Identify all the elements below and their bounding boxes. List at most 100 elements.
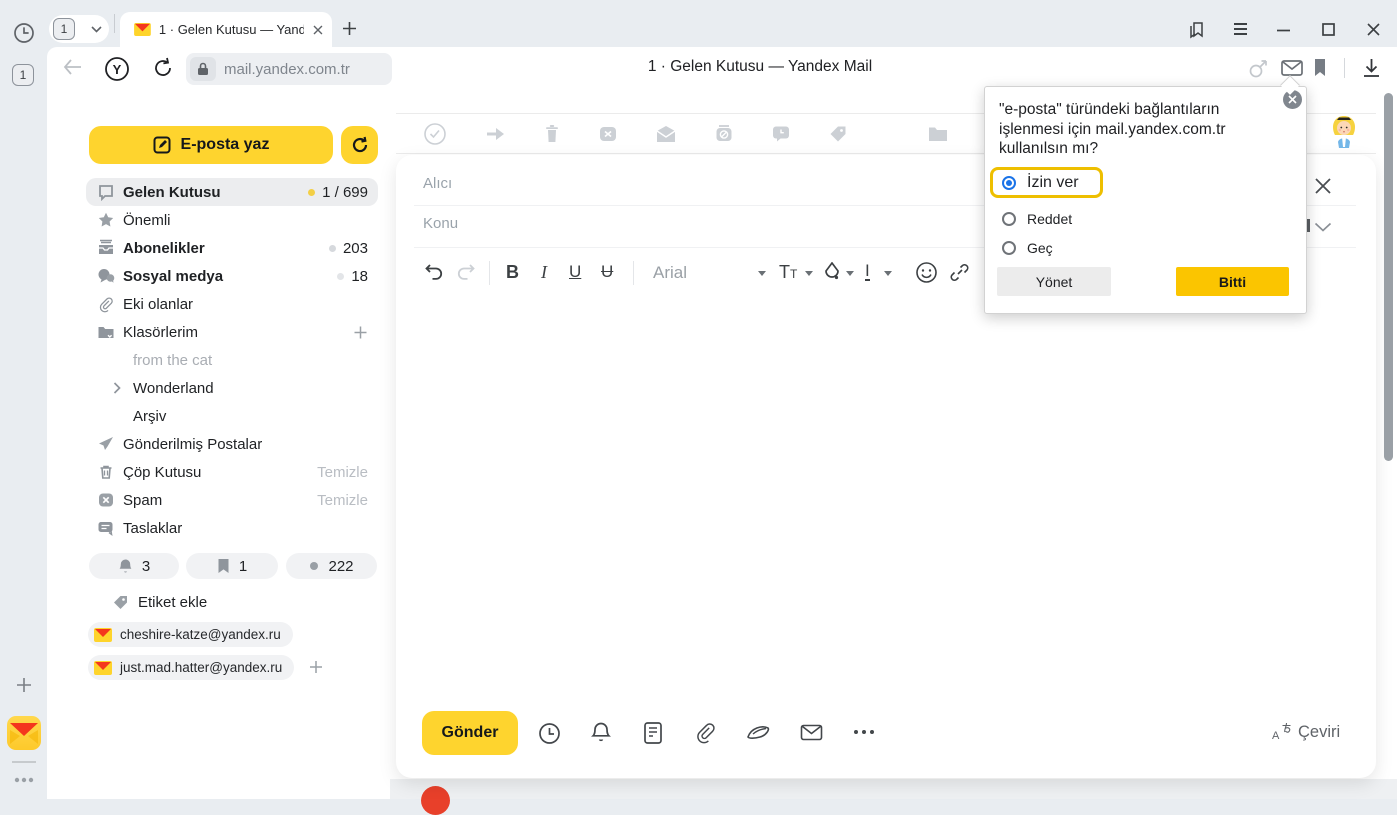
bold-button[interactable]: B [506,262,519,283]
page-scrollbar[interactable] [1384,93,1393,461]
sidebar-item-archive[interactable]: Arşiv [86,402,378,430]
subject-input[interactable] [421,214,845,233]
emoji-icon[interactable] [915,261,938,284]
active-tab[interactable]: 1 · Gelen Kutusu — Yand [120,12,332,47]
option-skip[interactable]: Geç [1002,238,1053,258]
attach-from-disk-icon[interactable] [746,724,771,742]
reminders-counter-pill[interactable]: 3 [89,553,179,579]
compose-email-label: E-posta yaz [181,136,270,154]
yandex-browser-logo[interactable]: Y [104,56,130,82]
account-pill[interactable]: cheshire-katze@yandex.ru [88,622,293,647]
redo-icon[interactable] [456,263,476,282]
mark-read-icon[interactable] [655,125,677,143]
hamburger-menu-icon[interactable] [1233,23,1248,35]
chevron-right-icon[interactable] [113,382,121,394]
clear-folder-button[interactable]: Temizle [317,492,368,509]
new-tab-button[interactable] [342,21,357,36]
sidebar-item-spam[interactable]: Spam Temizle [86,486,378,514]
back-icon[interactable] [62,58,82,76]
user-avatar[interactable] [1328,114,1360,150]
mail-refresh-button[interactable] [341,126,378,164]
delete-icon[interactable] [543,124,561,144]
sidebar-item-from-the-cat[interactable]: from the cat [86,346,378,374]
option-deny[interactable]: Reddet [1002,209,1072,229]
undo-icon[interactable] [424,263,444,282]
translate-button[interactable]: A Çeviri [1272,722,1340,742]
chevron-down-icon[interactable] [846,271,854,276]
address-bar[interactable]: mail.yandex.com.tr [186,53,392,85]
yandex-mail-app-icon[interactable] [7,716,41,750]
mail-protocol-icon[interactable] [1281,60,1303,76]
sidebar-item-drafts[interactable]: Taslaklar [86,514,378,542]
account-pill[interactable]: just.mad.hatter@yandex.ru [88,655,294,680]
attach-file-icon[interactable] [694,721,716,745]
chevron-down-icon[interactable] [884,271,892,276]
window-maximize-button[interactable] [1322,23,1335,36]
add-label-button[interactable]: Etiket ekle [112,591,207,613]
sidebar-item-wonderland[interactable]: Wonderland [86,374,378,402]
window-minimize-button[interactable] [1277,29,1290,32]
notify-bell-icon[interactable] [590,721,612,745]
unread-counter-pill[interactable]: 222 [286,553,377,579]
folder-badge: 1 / 699 [322,184,368,201]
download-icon[interactable] [1362,58,1381,78]
label-icon[interactable] [828,124,848,144]
tab-group-pill[interactable]: 1 [49,15,109,43]
send-button[interactable]: Gönder [422,711,518,755]
done-button[interactable]: Bitti [1176,267,1289,296]
option-allow[interactable]: İzin ver [990,167,1103,198]
manage-button[interactable]: Yönet [997,267,1111,296]
forward-icon[interactable] [484,125,506,143]
radio-icon[interactable] [1002,241,1016,255]
radio-icon[interactable] [1002,212,1016,226]
font-family-select[interactable]: Arial [653,263,687,283]
sidebar-item-sent[interactable]: Gönderilmiş Postalar [86,430,378,458]
reminder-icon[interactable] [771,124,791,144]
tab-close-icon[interactable] [312,24,324,36]
more-options-icon[interactable] [852,729,876,735]
rail-tab-counter[interactable]: 1 [12,64,34,86]
sidebar-item-trash[interactable]: Çöp Kutusu Temizle [86,458,378,486]
add-account-icon[interactable] [308,659,324,675]
side-panel-icon[interactable] [1186,20,1208,40]
sidebar-item-inbox[interactable]: Gelen Kutusu 1 / 699 [86,178,378,206]
sidebar-item-important[interactable]: Önemli [86,206,378,234]
strikethrough-button[interactable]: U [601,262,613,282]
history-clock-icon[interactable] [12,21,36,45]
clear-folder-button[interactable]: Temizle [317,464,368,481]
bookmark-flag-icon[interactable] [1313,58,1327,78]
move-to-folder-icon[interactable] [927,125,949,143]
select-all-icon[interactable] [423,122,447,146]
schedule-send-icon[interactable] [538,722,561,745]
chevron-down-icon[interactable] [758,271,766,276]
snooze-icon[interactable] [714,124,734,144]
compose-email-button[interactable]: E-posta yaz [89,126,333,164]
fill-color-button[interactable] [824,262,840,280]
text-color-button[interactable]: I [865,262,870,281]
sidebar-item-subscriptions[interactable]: Abonelikler 203 [86,234,378,262]
chevron-down-icon[interactable] [805,271,813,276]
insert-link-icon[interactable] [949,262,970,283]
italic-button[interactable]: I [541,262,547,283]
sidebar-item-social[interactable]: Sosyal medya 18 [86,262,378,290]
template-icon[interactable] [643,721,663,745]
font-size-button[interactable]: TT [779,262,797,283]
rail-add-icon[interactable] [14,675,34,695]
window-close-button[interactable] [1367,23,1380,36]
reload-icon[interactable] [152,57,174,79]
sidebar-item-my-folders[interactable]: Klasörlerim [86,318,378,346]
compose-close-icon[interactable] [1313,176,1333,196]
attach-from-mail-icon[interactable] [800,724,823,741]
share-link-icon[interactable] [1248,58,1270,79]
add-folder-button[interactable] [353,325,368,340]
bookmarked-counter-pill[interactable]: 1 [186,553,278,579]
spam-icon[interactable] [598,124,618,144]
lock-icon[interactable] [190,57,216,81]
underline-button[interactable]: U [569,262,581,282]
recipient-input[interactable] [421,174,845,193]
chevron-down-icon [91,26,102,33]
rail-more-icon[interactable] [12,775,36,785]
radio-selected-icon[interactable] [1002,176,1016,190]
compose-collapse-chevron-icon[interactable] [1314,222,1332,232]
sidebar-item-attachments[interactable]: Eki olanlar [86,290,378,318]
